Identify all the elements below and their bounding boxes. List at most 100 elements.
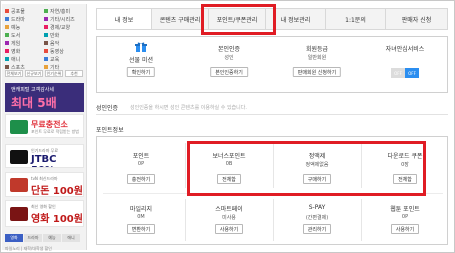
sidebar-menu-label: 애니	[11, 56, 21, 63]
point-title: 포인트	[132, 153, 150, 160]
sidebar-menu-item[interactable]: 교육	[44, 55, 83, 63]
sidebar-tab[interactable]: 드라마	[24, 234, 42, 242]
category-icon	[44, 25, 48, 29]
child-safe-toggle[interactable]: OFF OFF	[391, 68, 419, 78]
sidebar-menu-label: 음악	[50, 40, 60, 47]
sidebar-mini-button[interactable]: 신규보기	[25, 70, 43, 77]
sidebar-menu-label: 만화	[50, 32, 60, 39]
gift-mission-button[interactable]: 확인하기	[126, 67, 156, 77]
sidebar-mini-button[interactable]: 인기순위	[45, 70, 63, 77]
gift-icon	[135, 42, 147, 52]
sidebar-tab[interactable]: 예능	[43, 234, 61, 242]
tab-my-info[interactable]: 내 정보	[96, 8, 152, 30]
adult-section-label: 성인인증	[96, 105, 119, 112]
sidebar-menu-item[interactable]: 동영상	[44, 47, 83, 55]
sidebar-menu-row: 애니 교육	[5, 55, 83, 63]
toggle-on-option[interactable]: OFF	[405, 68, 419, 78]
sidebar-menu-label: 드라마	[11, 16, 25, 23]
category-icon	[44, 9, 48, 13]
tvn-banner[interactable]: tvN 최신드라마 단돈 100원	[5, 172, 84, 197]
sidebar-mini-buttons: 전체보기 신규보기 인기순위 추천	[5, 70, 83, 77]
webtoon-use-button[interactable]: 사용하기	[390, 224, 420, 234]
sidebar-menu-row: 도서 만화	[5, 31, 83, 39]
category-icon	[5, 9, 9, 13]
child-safe-title: 자녀안심서비스	[385, 46, 425, 53]
category-icon	[5, 17, 9, 21]
tvn-logo-icon	[10, 178, 28, 192]
mileage-value: 0M	[137, 214, 145, 220]
webtoon-point-title: 웹툰 포인트	[390, 206, 420, 213]
sidebar-mini-button[interactable]: 추천	[65, 70, 83, 77]
category-icon	[5, 25, 9, 29]
spay-manage-button[interactable]: 관리하기	[302, 224, 332, 234]
sidebar-menu-label: 경제/교양	[50, 24, 71, 31]
category-icon	[5, 41, 9, 45]
charge-button[interactable]: 충전하기	[126, 174, 156, 184]
sidebar-menu-row: 예능 경제/교양	[5, 23, 83, 31]
sidebar-menu-item[interactable]: 공포물	[5, 7, 44, 15]
sidebar-menu-label: 도서	[11, 32, 21, 39]
service-box: 선물 미션 확인하기 본인인증 성인 본인인증하기 회원등급 일반회원 판매회원…	[96, 36, 448, 93]
sidebar-menu-item[interactable]: 예능	[5, 23, 44, 31]
spay-cell: S-PAY (간편결제) 관리하기	[273, 193, 361, 245]
point-cell: 포인트 0P 충전하기	[97, 137, 185, 193]
sidebar-tab[interactable]: 애니	[62, 234, 80, 242]
sidebar-menu-label: 게임	[11, 40, 21, 47]
child-safe-col: 자녀안심서비스 OFF OFF	[361, 37, 449, 94]
tab-inquiry[interactable]: 1:1문의	[326, 8, 386, 30]
identity-verify-button[interactable]: 본인인증하기	[210, 67, 248, 77]
sidebar-menu-row: 공포물 자연/흥미	[5, 7, 83, 15]
gift-mission-title: 선물 미션	[129, 57, 153, 64]
sidebar-tab[interactable]: 영화	[5, 234, 23, 242]
grade-col: 회원등급 일반회원 판매회원 신청하기	[273, 37, 361, 94]
mileage-convert-button[interactable]: 변환하기	[126, 224, 156, 234]
promo-banner-5x[interactable]: 앤캐피털 고객감사세 최대 5배	[5, 83, 84, 112]
webtoon-point-cell: 웹툰 포인트 0P 사용하기	[361, 193, 449, 245]
sidebar-menu-item[interactable]: 음악	[44, 39, 83, 47]
category-icon	[44, 17, 48, 21]
sidebar-menu-row: 게임 음악	[5, 39, 83, 47]
category-icon	[44, 49, 48, 53]
identity-value: 성인	[224, 55, 234, 61]
movie-banner-big: 영화 100원	[31, 214, 83, 225]
mileage-cell: 마일리지 0M 변환하기	[97, 193, 185, 245]
tab-seller-apply[interactable]: 판매자 신청	[386, 8, 448, 30]
sidebar-mini-button[interactable]: 전체보기	[5, 70, 23, 77]
tvn-banner-big: 단돈 100원	[31, 186, 83, 197]
highlight-bonus-points-row	[187, 141, 426, 196]
category-icon	[5, 49, 9, 53]
identity-title: 본인인증	[217, 46, 241, 53]
adult-section-desc: 성인인증을 하시면 성인 콘텐츠를 이용하실 수 있습니다.	[130, 105, 247, 111]
sidebar-menu-item[interactable]: 만화	[44, 31, 83, 39]
seller-apply-button[interactable]: 판매회원 신청하기	[292, 67, 342, 77]
sidebar-menu-row: 드라마 기타/시리즈	[5, 15, 83, 23]
grade-value: 일반회원	[307, 55, 327, 61]
smartpay-use-button[interactable]: 사용하기	[214, 224, 244, 234]
sidebar-menu-item[interactable]: 기타/시리즈	[44, 15, 83, 23]
sidebar-menu-item[interactable]: 영화	[5, 47, 44, 55]
sidebar-menu-label: 동영상	[50, 48, 64, 55]
jtbc-banner[interactable]: 인기드라마 무료 JTBC 50%	[5, 144, 84, 168]
sidebar-menu-label: 영화	[11, 48, 21, 55]
promo-banner-line1: 앤캐피털 고객감사세	[11, 87, 54, 93]
movie-banner[interactable]: 최신 영화 할인 영화 100원	[5, 200, 84, 227]
sidebar-menu-item[interactable]: 드라마	[5, 15, 44, 23]
spay-title: S-PAY	[308, 204, 326, 211]
sidebar-menu-item[interactable]: 게임	[5, 39, 44, 47]
sidebar-menu-item[interactable]: 자연/흥미	[44, 7, 83, 15]
points-section-label: 포인트정보	[96, 127, 124, 134]
sidebar-menu-item[interactable]: 경제/교양	[44, 23, 83, 31]
sidebar-menu-label: 기타/시리즈	[50, 16, 75, 23]
toggle-off-option[interactable]: OFF	[391, 68, 405, 78]
sidebar-menu-row: 영화 동영상	[5, 47, 83, 55]
free-charge-banner[interactable]: 무료충전소 포인트 무료로 적립받는 방법	[5, 114, 84, 138]
grade-title: 회원등급	[305, 46, 329, 53]
sidebar-menu-item[interactable]: 도서	[5, 31, 44, 39]
jtbc-banner-big: JTBC 50%	[31, 154, 57, 167]
category-menu: 공포물 자연/흥미 드라마 기타/시리즈 예능 경제/교양 도서 만화 게임 음악 영화 동영상 애니 교…	[5, 7, 83, 71]
sidebar-menu-item[interactable]: 애니	[5, 55, 44, 63]
identity-col: 본인인증 성인 본인인증하기	[185, 37, 273, 94]
category-icon	[44, 41, 48, 45]
category-icon	[44, 65, 48, 69]
section-divider	[96, 114, 448, 115]
